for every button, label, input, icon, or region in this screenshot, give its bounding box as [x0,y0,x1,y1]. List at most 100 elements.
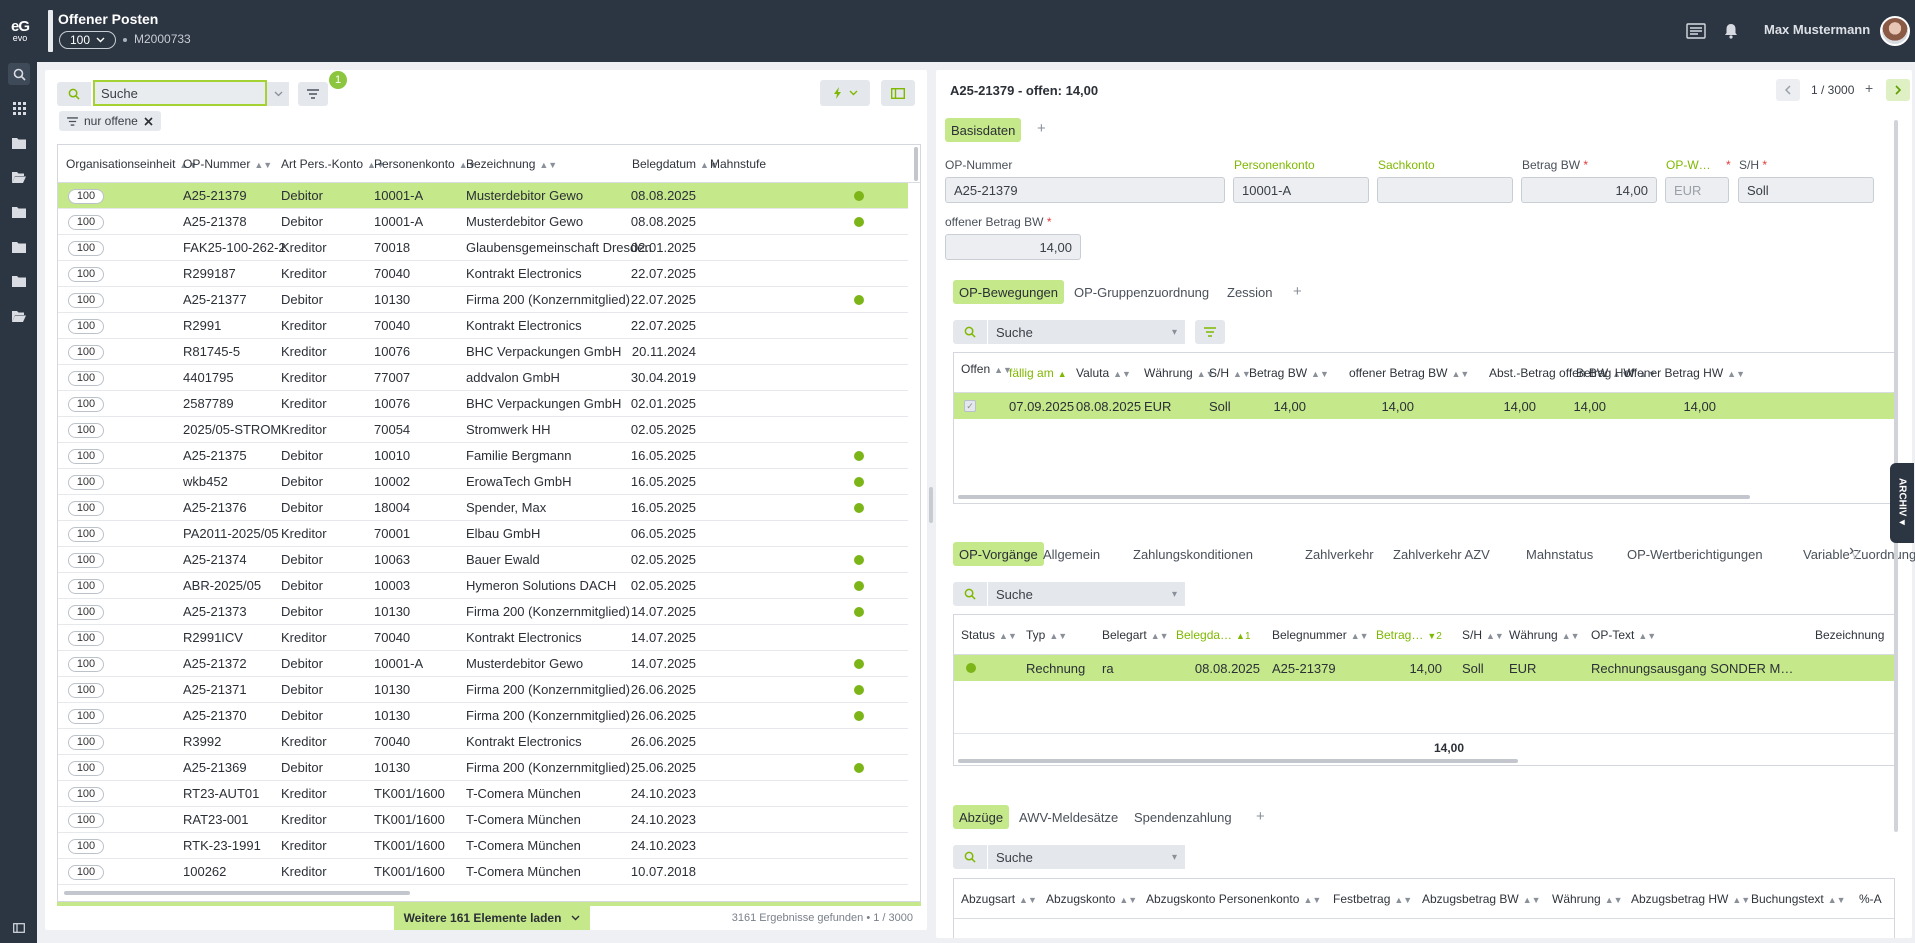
column-header[interactable]: Belegda… ▲1 [1176,628,1251,642]
sort-icon[interactable]: ▲▼ [1732,895,1750,905]
chevron-down-icon[interactable]: ▾ [1172,327,1177,338]
client-selector[interactable]: 100 [59,31,116,49]
column-header[interactable]: OP-Nummer ▲▼ [183,157,272,171]
sort-icon[interactable]: ▲▼ [1151,631,1169,641]
column-header[interactable]: S/H ▲▼ [1209,366,1251,380]
sort-asc-icon[interactable]: ▲ [1058,369,1067,379]
table-row[interactable]: 100 R81745-5 Kreditor 10076 BHC Verpackungen… [58,339,908,365]
table-row[interactable]: 100 A25-21369 Debitor 10130 Firma 200 (Konze… [58,755,908,781]
sort-icon[interactable]: ▲▼ [1452,369,1470,379]
column-header[interactable]: Abzugsbetrag BW ▲▼ [1422,892,1541,906]
sort-icon[interactable]: ▲▼ [1119,895,1137,905]
column-header[interactable]: fällig am ▲ [1009,366,1067,380]
column-header[interactable]: Valuta ▲▼ [1076,366,1131,380]
column-header[interactable]: Abzugsbetrag HW ▲▼ [1631,892,1750,906]
table-row[interactable]: 100 2025/05-STROM Kreditor 70054 Stromwerk H… [58,417,908,443]
tab-vorgaenge-4[interactable]: Zahlverkehr AZV [1393,547,1490,562]
table-row[interactable]: 100 wkb452 Debitor 10002 ErowaTech GmbH 16.05… [58,469,908,495]
column-header[interactable]: Offen ▲▼ [961,362,1012,376]
chevron-right-icon[interactable]: › [1849,542,1854,560]
table-row[interactable]: 100 FAK25-100-262-2 Kreditor 70018 Glaubensg… [58,235,908,261]
column-header[interactable]: offener Betrag HW ▲▼ [1624,366,1745,380]
sort-icon[interactable]: ▲▼ [539,160,557,170]
table-row[interactable]: 100 A25-21378 Debitor 10001-A Musterdebitor … [58,209,908,235]
tab-basisdaten[interactable]: Basisdaten [945,118,1022,142]
tab-op-vorgaenge[interactable]: OP-Vorgänge [953,542,1044,566]
table-row[interactable]: 100 R2991ICV Kreditor 70040 Kontrakt Electro… [58,625,908,651]
sort-icon[interactable]: ▲▼ [1727,369,1745,379]
avatar[interactable] [1880,16,1910,46]
folder-open-icon[interactable] [8,305,30,327]
vertical-scrollbar[interactable] [914,147,918,181]
table-row[interactable]: 100 R2991 Kreditor 70040 Kontrakt Electronic… [58,313,908,339]
column-header[interactable]: Betrag… ▼2 [1376,628,1442,642]
active-filter-chip[interactable]: nur offene [59,111,161,131]
tab-vorgaenge-6[interactable]: OP-Wertberichtigungen [1627,547,1763,562]
table-row[interactable]: 100 R299187 Kreditor 70040 Kontrakt Electron… [58,261,908,287]
search-icon[interactable] [953,320,987,344]
sort-asc-icon[interactable]: ▲ [1236,631,1245,641]
add-tab-icon[interactable]: + [1256,808,1265,825]
table-row[interactable]: 100 A25-21372 Debitor 10001-A Musterdebitor … [58,651,908,677]
panel-splitter-handle[interactable] [929,487,933,523]
search-input[interactable]: Suche [93,80,267,106]
tab-spendenzahlung[interactable]: Spendenzahlung [1134,810,1232,825]
folder-icon[interactable] [8,236,30,258]
horizontal-scrollbar[interactable] [64,891,410,895]
column-header[interactable]: Abzugsart ▲▼ [961,892,1037,906]
sort-icon[interactable]: ▲▼ [999,631,1017,641]
horizontal-scrollbar[interactable] [958,759,1518,763]
column-header[interactable]: Typ ▲▼ [1026,628,1067,642]
sort-icon[interactable]: ▲▼ [1605,895,1623,905]
toggle-panel-button[interactable] [881,80,915,106]
column-header[interactable]: Bezeichnung ▲▼ [466,157,557,171]
sort-icon[interactable]: ▲▼ [1351,631,1369,641]
deductions-search-input[interactable]: Suche [987,845,1185,869]
table-row[interactable]: 100 A25-21376 Debitor 18004 Spender, Max 16.0… [58,495,908,521]
column-header[interactable]: Mahnstufe [710,157,766,171]
table-row[interactable]: 100 A25-21370 Debitor 10130 Firma 200 (Konze… [58,703,908,729]
column-header[interactable]: Organisationseinheit ▲▼ [66,157,197,171]
previous-record-button[interactable] [1776,79,1800,101]
column-header[interactable]: S/H ▲▼ [1462,628,1504,642]
table-row[interactable]: 100 A25-21375 Debitor 10010 Familie Bergmann… [58,443,908,469]
column-header[interactable]: Währung ▲▼ [1552,892,1623,906]
folder-icon[interactable] [8,132,30,154]
column-header[interactable]: Belegart ▲▼ [1102,628,1169,642]
amount-bw-field[interactable]: 14,00 [1521,177,1657,203]
sort-icon[interactable]: ▲▼ [1523,895,1541,905]
apps-grid-icon[interactable] [8,97,30,119]
tab-vorgaenge-1[interactable]: Allgemein [1043,547,1100,562]
op-number-field[interactable]: A25-21379 [945,177,1225,203]
table-row[interactable]: 100 RTK-23-1991 Kreditor TK001/1600 T-Comera… [58,833,908,859]
movements-search-input[interactable]: Suche [987,320,1185,344]
column-header[interactable]: Status ▲▼ [961,628,1017,642]
tab-vorgaenge-2[interactable]: Zahlungskonditionen [1133,547,1253,562]
ledger-account-field[interactable] [1377,177,1513,203]
sort-icon[interactable]: ▲▼ [1828,895,1846,905]
tab-op-gruppenzuordnung[interactable]: OP-Gruppenzuordnung [1074,285,1209,300]
app-logo[interactable]: eG evo [0,0,40,62]
sort-icon[interactable]: ▲▼ [1049,631,1067,641]
horizontal-scrollbar[interactable] [958,495,1750,499]
sort-desc-icon[interactable]: ▼ [1427,631,1436,641]
tab-zession[interactable]: Zession [1227,285,1273,300]
sort-icon[interactable]: ▲▼ [1486,631,1504,641]
next-record-button[interactable] [1886,79,1910,101]
table-row[interactable]: 100 100262 Kreditor TK001/1600 T-Comera Münc… [58,859,908,885]
table-row[interactable]: 100 RAT23-001 Kreditor TK001/1600 T-Comera M… [58,807,908,833]
sort-icon[interactable]: ▲▼ [254,160,272,170]
table-row[interactable]: 100 A25-21371 Debitor 10130 Firma 200 (Konze… [58,677,908,703]
sort-icon[interactable]: ▲▼ [1113,369,1131,379]
column-header[interactable]: Art Pers.-Konto ▲▼ [281,157,385,171]
table-row[interactable]: 100 A25-21379 Debitor 10001-A Musterdebitor … [58,183,908,209]
table-row[interactable]: 100 A25-21373 Debitor 10130 Firma 200 (Konze… [58,599,908,625]
column-header[interactable]: Festbetrag ▲▼ [1333,892,1412,906]
sidebar-search-icon[interactable] [8,63,30,85]
add-tab-icon[interactable]: + [1037,120,1046,137]
table-row[interactable]: 100 R3992 Kreditor 70040 Kontrakt Electronic… [58,729,908,755]
column-header[interactable]: Währung ▲▼ [1144,366,1215,380]
user-name[interactable]: Max Mustermann [1764,22,1870,37]
table-row[interactable]: 100 2587789 Kreditor 10076 BHC Verpackungen … [58,391,908,417]
column-header[interactable]: Personenkonto ▲▼ [374,157,477,171]
